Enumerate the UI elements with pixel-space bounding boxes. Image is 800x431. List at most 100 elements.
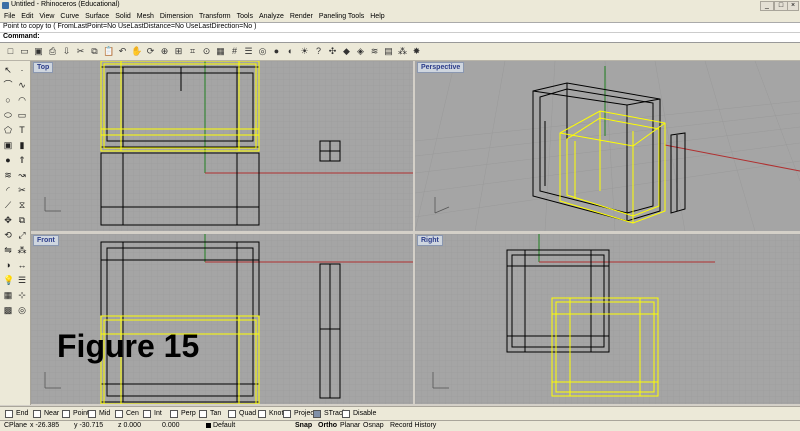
osnap-int[interactable]: Int [143,409,162,418]
osnap-checkbox[interactable] [170,409,178,418]
osnap-point[interactable]: Point [62,409,89,418]
zoom-icon[interactable]: ⊕ [159,46,170,57]
trim-icon[interactable]: ✂ [17,185,27,195]
viewport-top[interactable]: Top [31,61,413,231]
array-icon[interactable]: ⁂ [397,46,408,57]
render-icon[interactable]: ◎ [17,305,27,315]
osnap-checkbox[interactable] [88,409,96,418]
help-icon[interactable]: ? [313,46,324,57]
menu-file[interactable]: File [4,13,15,20]
menu-surface[interactable]: Surface [85,13,109,20]
menu-help[interactable]: Help [370,13,384,20]
move-icon[interactable]: ✥ [3,215,13,225]
arc-icon[interactable]: ◠ [17,95,27,105]
status-toggle-snap[interactable]: Snap [295,422,312,429]
status-toggle-ortho[interactable]: Ortho [318,422,337,429]
osnap-checkbox[interactable] [143,409,151,418]
viewport-perspective-title[interactable]: Perspective [417,62,465,73]
menu-solid[interactable]: Solid [115,13,131,20]
mesh-icon[interactable]: ▩ [3,305,13,315]
undo-icon[interactable]: ↶ [117,46,128,57]
four-viewports-icon[interactable]: ▦ [215,46,226,57]
array-icon[interactable]: ⁂ [17,245,27,255]
command-line[interactable]: Command: [0,32,800,43]
loft-icon[interactable]: ≋ [3,170,13,180]
status-toggle-osnap[interactable]: Osnap [363,422,384,429]
menu-dimension[interactable]: Dimension [160,13,193,20]
panel-icon[interactable]: ▤ [383,46,394,57]
copy-icon[interactable]: ⧉ [17,215,27,225]
osnap-checkbox[interactable] [115,409,123,418]
extrude-icon[interactable]: ⇑ [17,155,27,165]
maximize-button[interactable]: □ [774,1,788,11]
material-icon[interactable]: ◐ [285,46,296,57]
status-layer[interactable]: Default [206,422,235,429]
boolean-icon[interactable]: ◑ [3,260,13,270]
menu-view[interactable]: View [39,13,54,20]
import-icon[interactable]: ⇩ [61,46,72,57]
osnap-checkbox[interactable] [62,409,70,418]
menu-edit[interactable]: Edit [21,13,33,20]
lights-icon[interactable]: ☀ [299,46,310,57]
ellipse-icon[interactable]: ⬭ [3,110,13,120]
dimension-icon[interactable]: ↔ [17,260,27,270]
osnap-tan[interactable]: Tan [199,409,221,418]
snap-icon[interactable]: ⊹ [17,290,27,300]
grid-icon[interactable]: # [229,46,240,57]
menu-paneling-tools[interactable]: Paneling Tools [319,13,364,20]
osnap-checkbox[interactable] [258,409,266,418]
new-icon[interactable]: □ [5,46,16,57]
rectangle-icon[interactable]: ▭ [17,110,27,120]
close-button[interactable]: × [787,1,799,11]
sphere-icon[interactable]: ● [3,155,13,165]
curve-icon[interactable]: ∿ [17,80,27,90]
pan-icon[interactable]: ✋ [131,46,142,57]
menu-analyze[interactable]: Analyze [259,13,284,20]
join-icon[interactable]: ⧖ [17,200,27,210]
zoom-selected-icon[interactable]: ⊙ [201,46,212,57]
shaded-icon[interactable]: ◈ [355,46,366,57]
layer-icon[interactable]: ☰ [243,46,254,57]
select-icon[interactable]: ↖ [3,65,13,75]
zoom-extents-icon[interactable]: ⌗ [187,46,198,57]
transform-icon[interactable]: ✣ [327,46,338,57]
copy-icon[interactable]: ⧉ [89,46,100,57]
osnap-disable[interactable]: Disable [342,409,376,418]
point-icon[interactable]: · [17,65,27,75]
osnap-project[interactable]: Project [283,409,316,418]
viewport-right[interactable]: Right [415,234,800,404]
minimize-button[interactable]: _ [760,1,774,11]
osnap-checkbox[interactable] [313,409,321,418]
osnap-checkbox[interactable] [283,409,291,418]
menu-transform[interactable]: Transform [199,13,231,20]
menu-tools[interactable]: Tools [237,13,253,20]
osnap-strack[interactable]: STrack [313,409,346,418]
render-icon[interactable]: ◎ [257,46,268,57]
viewport-right-title[interactable]: Right [417,235,443,246]
status-toggle-record-history[interactable]: Record History [390,422,436,429]
menu-render[interactable]: Render [290,13,313,20]
scale-icon[interactable]: ⤢ [17,230,27,240]
osnap-quad[interactable]: Quad [228,409,256,418]
layer-icon[interactable]: ☰ [17,275,27,285]
rotate-view-icon[interactable]: ⟳ [145,46,156,57]
open-icon[interactable]: ▭ [19,46,30,57]
bulb-icon[interactable]: 💡 [3,275,14,285]
menu-curve[interactable]: Curve [60,13,79,20]
osnap-checkbox[interactable] [5,409,13,418]
solid-icon[interactable]: ◆ [341,46,352,57]
sphere-icon[interactable]: ● [271,46,282,57]
box-icon[interactable]: ▣ [3,140,13,150]
osnap-checkbox[interactable] [342,409,350,418]
group-icon[interactable]: ▦ [3,290,13,300]
split-icon[interactable]: ⟋ [3,200,13,210]
sweep-icon[interactable]: ↝ [17,170,27,180]
cut-icon[interactable]: ✂ [75,46,86,57]
print-icon[interactable]: ⎙ [47,46,58,57]
cylinder-icon[interactable]: ▮ [17,140,27,150]
circle-icon[interactable]: ○ [3,95,13,105]
osnap-checkbox[interactable] [33,409,41,418]
osnap-mid[interactable]: Mid [88,409,110,418]
rotate-icon[interactable]: ⟲ [3,230,13,240]
viewport-front[interactable]: Front [31,234,413,404]
